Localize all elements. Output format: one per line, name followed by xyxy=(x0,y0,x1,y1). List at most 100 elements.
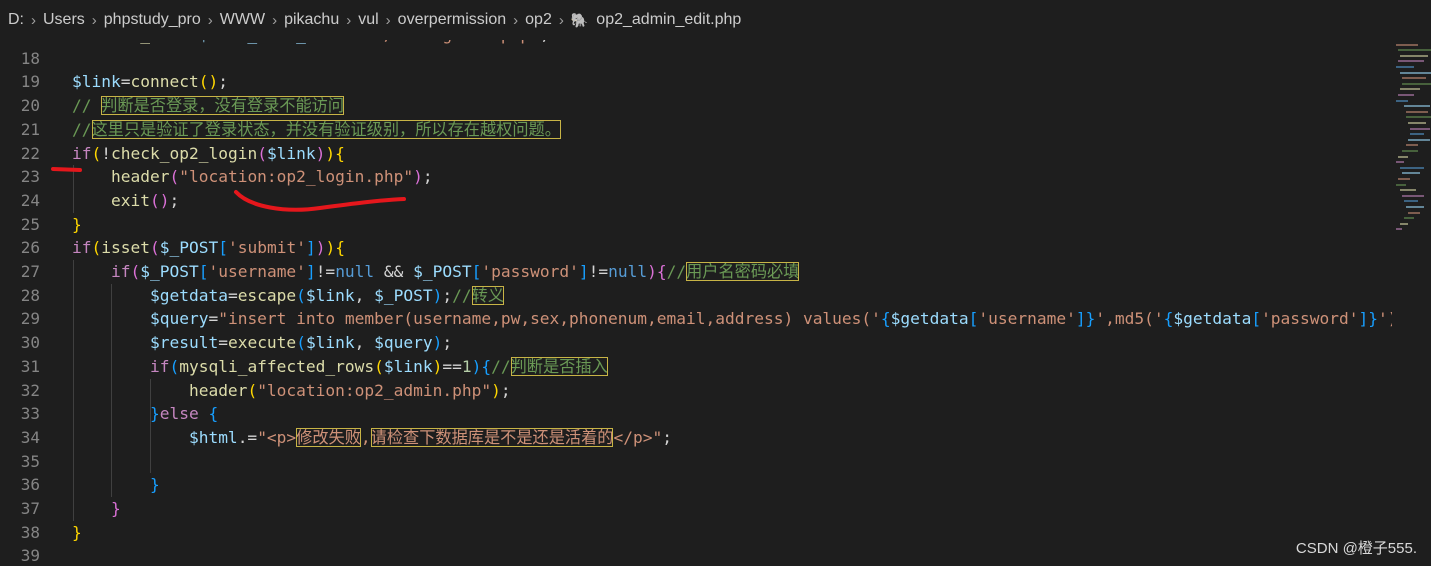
code-line[interactable]: }else { xyxy=(72,402,218,426)
code-token: ] xyxy=(305,262,316,281)
code-token: ( xyxy=(374,356,384,376)
code-line[interactable]: if(mysqli_affected_rows($link)==1){//判断是… xyxy=(72,355,608,379)
code-token: [ xyxy=(218,238,228,258)
breadcrumb-item[interactable]: D: xyxy=(8,11,24,29)
code-token: header xyxy=(188,380,248,400)
breadcrumb-item[interactable]: vul xyxy=(358,11,378,29)
code-token: check_op2_login xyxy=(111,143,258,163)
indent-guide xyxy=(111,283,112,497)
breadcrumb-item[interactable]: phpstudy_pro xyxy=(104,11,201,29)
code-token: } xyxy=(1368,309,1379,329)
code-token: ( xyxy=(149,238,160,258)
breadcrumb-item[interactable]: WWW xyxy=(220,11,265,29)
minimap-line xyxy=(1406,206,1424,208)
minimap-line xyxy=(1400,166,1424,169)
code-token: ; xyxy=(442,285,453,305)
code-line[interactable]: exit(); xyxy=(72,189,179,213)
code-line[interactable]: //这里只是验证了登录状态，并没有验证级别，所以存在越权问题。 xyxy=(72,118,561,142)
code-line[interactable]: $getdata=escape($link, $_POST);//转义 xyxy=(72,284,505,308)
line-number: 35 xyxy=(20,451,40,471)
code-line[interactable]: $result=execute($link, $query); xyxy=(72,331,452,355)
breadcrumb-file-name[interactable]: op2_admin_edit.php xyxy=(596,11,741,29)
code-token: = xyxy=(208,309,219,329)
code-token: "location:op2_admin.php" xyxy=(257,380,492,400)
code-token: , xyxy=(354,285,375,305)
code-token: $_POST xyxy=(159,238,219,258)
code-token: [ xyxy=(471,262,482,281)
code-token: '), xyxy=(1378,309,1392,329)
code-token: ( xyxy=(130,262,141,281)
code-token: $link xyxy=(305,333,355,353)
breadcrumb: D: › Users › phpstudy_pro › WWW › pikachu › vul › ov… xyxy=(0,0,1431,40)
breadcrumb-item[interactable]: overpermission xyxy=(398,11,506,29)
minimap-line xyxy=(1400,189,1416,192)
chevron-right-icon: › xyxy=(272,11,278,29)
code-token: ; xyxy=(422,167,433,187)
minimap[interactable] xyxy=(1392,32,1431,566)
breadcrumb-item[interactable]: Users xyxy=(43,11,85,29)
code-token: ] xyxy=(305,238,316,258)
minimap-line xyxy=(1410,127,1430,130)
code-line[interactable]: } xyxy=(72,213,82,237)
code-token: $_POST xyxy=(374,285,433,305)
code-token: ) xyxy=(432,333,443,353)
code-token: // xyxy=(72,96,102,116)
minimap-line xyxy=(1396,228,1402,231)
code-token: 'username' xyxy=(208,262,306,281)
code-token: ( xyxy=(91,238,102,258)
code-token: ( xyxy=(296,333,306,353)
code-token: 1 xyxy=(461,356,472,376)
code-line[interactable]: header("location:op2_login.php"); xyxy=(72,165,433,189)
code-line[interactable]: if(isset($_POST['submit'])){ xyxy=(72,236,345,260)
breadcrumb-item[interactable]: pikachu xyxy=(284,11,339,29)
line-number: 37 xyxy=(20,499,40,518)
code-token: ( xyxy=(257,143,267,163)
code-token: ( xyxy=(169,356,180,376)
code-token: } xyxy=(72,214,82,234)
code-line[interactable]: // 判断是否登录，没有登录不能访问 xyxy=(72,94,345,118)
code-token: .= xyxy=(237,427,258,447)
line-number: 19 xyxy=(20,72,40,92)
code-line[interactable]: } xyxy=(72,473,160,497)
code-token: 'username' xyxy=(978,309,1076,329)
chevron-right-icon: › xyxy=(385,11,391,29)
breadcrumb-item[interactable]: op2 xyxy=(525,11,552,29)
code-editor[interactable]: 1718192021222324252627282930313233343536… xyxy=(0,32,1392,566)
code-token: { xyxy=(208,404,219,424)
code-line[interactable]: $link=connect(); xyxy=(72,70,228,94)
code-token: ( xyxy=(169,167,180,187)
line-number: 28 xyxy=(20,285,40,305)
minimap-line xyxy=(1406,110,1428,113)
minimap-line xyxy=(1408,122,1426,124)
code-line[interactable]: } xyxy=(72,497,121,521)
code-line[interactable]: $query="insert into member(username,pw,s… xyxy=(72,307,1392,331)
minimap-line xyxy=(1402,82,1431,85)
code-token: == xyxy=(442,356,462,376)
code-token: ; xyxy=(442,333,453,353)
line-number: 25 xyxy=(20,214,40,234)
code-line[interactable]: if(!check_op2_login($link)){ xyxy=(72,142,345,166)
code-token: && xyxy=(374,262,414,281)
code-token: ] xyxy=(1358,309,1369,329)
code-line[interactable]: if($_POST['username']!=null && $_POST['p… xyxy=(72,260,800,284)
code-token: = xyxy=(218,333,228,353)
code-token: // xyxy=(72,119,92,139)
code-token: 'password' xyxy=(481,262,579,281)
code-token: ) xyxy=(471,356,482,376)
code-line[interactable]: $html.="<p>修改失败,请检查下数据库是不是还是活着的</p>"; xyxy=(72,426,672,450)
code-token: ( xyxy=(247,380,258,400)
chevron-right-icon: › xyxy=(207,11,213,29)
code-token: execute xyxy=(227,333,297,353)
code-line[interactable]: header("location:op2_admin.php"); xyxy=(72,379,511,403)
code-token: { xyxy=(1163,309,1174,329)
code-token: { xyxy=(335,238,345,258)
code-token: ; xyxy=(500,380,511,400)
line-number: 31 xyxy=(20,356,40,376)
code-line[interactable]: } xyxy=(72,521,82,545)
indent-guide xyxy=(73,260,74,521)
